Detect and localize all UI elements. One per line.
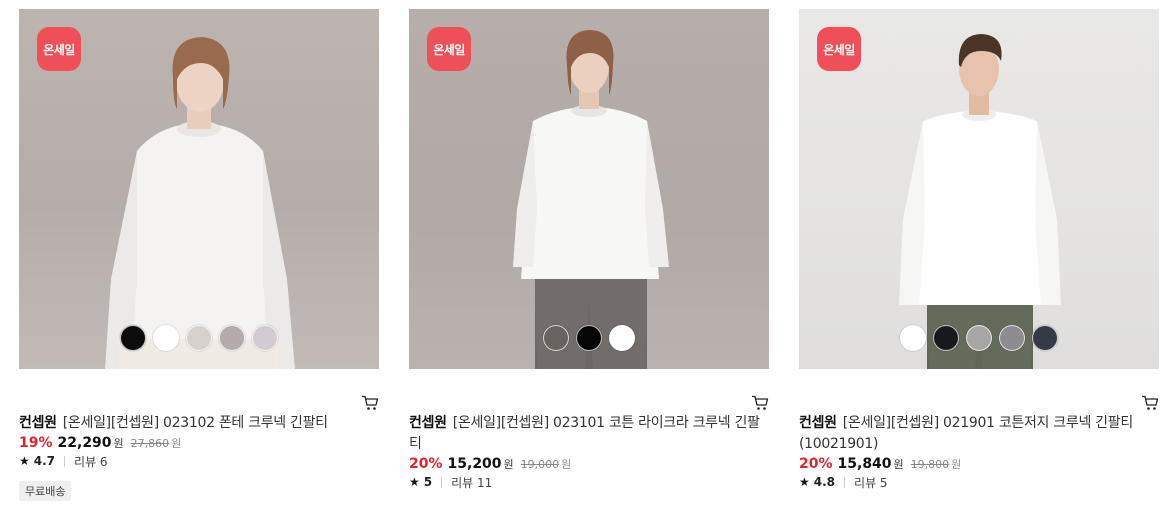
free-shipping-tag: 무료배송: [19, 481, 72, 501]
rating-row: ★ 4.7 리뷰 6: [19, 452, 379, 470]
brand-name: 컨셉원: [19, 415, 57, 431]
price-row: 20% 15,200 원 19,000 원: [409, 456, 769, 472]
original-currency-unit: 원: [171, 437, 182, 450]
sale-price: 15,200: [447, 456, 502, 472]
on-sale-badge: 온세일: [817, 27, 861, 71]
discount-rate: 20%: [799, 456, 833, 472]
on-sale-badge: 온세일: [37, 27, 81, 71]
original-price: 19,000: [520, 458, 560, 471]
color-swatches: [19, 325, 379, 351]
star-icon: ★: [19, 454, 30, 468]
sale-price: 22,290: [57, 435, 112, 451]
color-swatch[interactable]: [219, 325, 245, 351]
review-count: 리뷰 5: [854, 475, 888, 490]
currency-unit: 원: [893, 458, 904, 471]
currency-unit: 원: [503, 458, 514, 471]
color-swatches: [799, 325, 1159, 351]
brand-name: 컨셉원: [799, 415, 837, 431]
star-icon: ★: [799, 475, 810, 489]
color-swatch[interactable]: [966, 325, 992, 351]
color-swatch[interactable]: [933, 325, 959, 351]
cart-icon[interactable]: [361, 395, 379, 411]
product-title[interactable]: 컨셉원 [온세일][컨셉원] 023101 코튼 라이크라 크루넥 긴팔티: [409, 413, 769, 455]
divider: [844, 476, 846, 488]
original-currency-unit: 원: [951, 458, 962, 471]
star-icon: ★: [409, 475, 420, 489]
color-swatch[interactable]: [609, 325, 635, 351]
original-currency-unit: 원: [561, 458, 572, 471]
product-title[interactable]: 컨셉원 [온세일][컨셉원] 021901 코튼저지 크루넥 긴팔티 (10021…: [799, 413, 1159, 455]
original-price: 27,860: [130, 437, 170, 450]
product-name: [온세일][컨셉원] 023101 코튼 라이크라 크루넥 긴팔티: [409, 415, 760, 452]
divider: [64, 455, 66, 467]
discount-rate: 20%: [409, 456, 443, 472]
product-name: [온세일][컨셉원] 023102 폰테 크루넥 긴팔티: [62, 415, 328, 431]
price-row: 20% 15,840 원 19,800 원: [799, 456, 1159, 472]
on-sale-badge: 온세일: [427, 27, 471, 71]
review-count: 리뷰 11: [451, 475, 493, 490]
color-swatch[interactable]: [543, 325, 569, 351]
price-row: 19% 22,290 원 27,860 원: [19, 435, 379, 451]
color-swatch[interactable]: [576, 325, 602, 351]
product-card[interactable]: 온세일 컨셉원 [온세일][컨셉원] 023102 폰테 크루넥 긴팔티 19% …: [19, 9, 379, 501]
product-card[interactable]: 온세일 컨셉원 [온세일][컨셉원] 023101 코튼 라이크라 크루넥 긴팔티…: [409, 9, 769, 491]
product-image[interactable]: 온세일: [409, 9, 769, 369]
color-swatch[interactable]: [186, 325, 212, 351]
sale-price: 15,840: [837, 456, 892, 472]
product-name: [온세일][컨셉원] 021901 코튼저지 크루넥 긴팔티 (10021901…: [799, 415, 1133, 452]
currency-unit: 원: [113, 437, 124, 450]
original-price: 19,800: [910, 458, 950, 471]
color-swatch[interactable]: [120, 325, 146, 351]
review-count: 리뷰 6: [74, 454, 108, 469]
product-title[interactable]: 컨셉원 [온세일][컨셉원] 023102 폰테 크루넥 긴팔티: [19, 413, 379, 434]
color-swatch[interactable]: [900, 325, 926, 351]
discount-rate: 19%: [19, 435, 53, 451]
product-card[interactable]: 온세일 컨셉원 [온세일][컨셉원] 021901 코튼저지 크루넥 긴팔티 (1…: [799, 9, 1159, 491]
rating-value: 5: [423, 475, 433, 489]
cart-icon[interactable]: [751, 395, 769, 411]
color-swatches: [409, 325, 769, 351]
color-swatch[interactable]: [252, 325, 278, 351]
color-swatch[interactable]: [1032, 325, 1058, 351]
color-swatch[interactable]: [999, 325, 1025, 351]
divider: [441, 476, 443, 488]
rating-value: 4.8: [813, 475, 836, 489]
rating-row: ★ 5 리뷰 11: [409, 473, 769, 491]
color-swatch[interactable]: [153, 325, 179, 351]
rating-value: 4.7: [33, 454, 56, 468]
product-image[interactable]: 온세일: [799, 9, 1159, 369]
brand-name: 컨셉원: [409, 415, 447, 431]
rating-row: ★ 4.8 리뷰 5: [799, 473, 1159, 491]
product-image[interactable]: 온세일: [19, 9, 379, 369]
cart-icon[interactable]: [1141, 395, 1159, 411]
